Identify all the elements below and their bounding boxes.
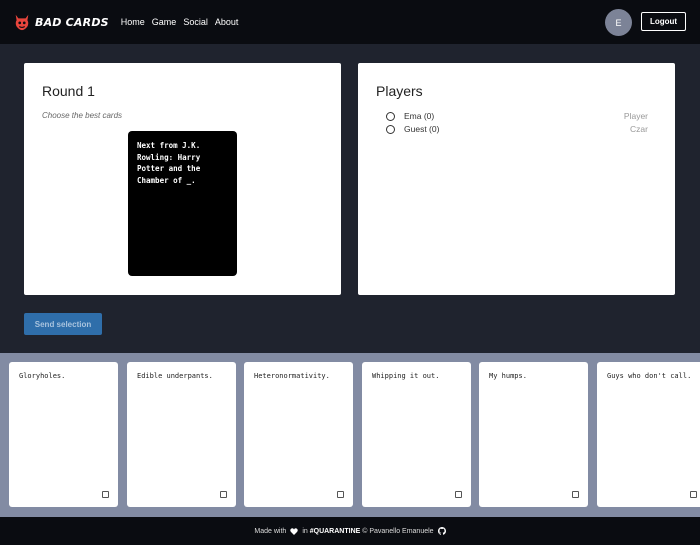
footer-in: in bbox=[302, 527, 308, 535]
player-role: Czar bbox=[630, 124, 648, 134]
round-subtitle: Choose the best cards bbox=[42, 111, 123, 120]
player-name: Ema (0) bbox=[404, 111, 435, 121]
github-icon[interactable] bbox=[437, 527, 446, 535]
player-row: Guest (0) Czar bbox=[386, 124, 648, 136]
white-card[interactable]: My humps. bbox=[479, 362, 588, 507]
brand[interactable]: BAD CARDS bbox=[13, 13, 109, 31]
round-title: Round 1 bbox=[42, 83, 95, 99]
player-row: Ema (0) Player bbox=[386, 111, 648, 123]
player-radio[interactable] bbox=[386, 125, 395, 134]
white-card-text: Heteronormativity. bbox=[254, 372, 330, 380]
nav-link-home[interactable]: Home bbox=[121, 17, 145, 27]
logout-button[interactable]: Logout bbox=[641, 12, 686, 31]
player-name: Guest (0) bbox=[404, 124, 440, 134]
footer-made-with: Made with bbox=[254, 527, 287, 535]
white-card-text: Whipping it out. bbox=[372, 372, 440, 380]
white-card[interactable]: Heteronormativity. bbox=[244, 362, 353, 507]
brand-name: BAD CARDS bbox=[35, 15, 109, 29]
heart-icon bbox=[290, 527, 299, 535]
white-card[interactable]: Whipping it out. bbox=[362, 362, 471, 507]
nav-link-social[interactable]: Social bbox=[183, 17, 208, 27]
card-checkbox[interactable] bbox=[690, 491, 697, 498]
devil-logo-icon bbox=[15, 14, 29, 31]
card-checkbox[interactable] bbox=[102, 491, 109, 498]
player-radio[interactable] bbox=[386, 112, 395, 121]
card-checkbox[interactable] bbox=[572, 491, 579, 498]
footer-hashtag: #QUARANTINE bbox=[309, 527, 361, 535]
navbar: BAD CARDS Home Game Social About E Logou… bbox=[0, 0, 700, 44]
round-panel: Round 1 Choose the best cards Next from … bbox=[24, 63, 341, 295]
card-checkbox[interactable] bbox=[337, 491, 344, 498]
players-panel: Players Ema (0) Player Guest (0) Czar bbox=[358, 63, 675, 295]
white-card-text: Gloryholes. bbox=[19, 372, 66, 380]
nav-link-about[interactable]: About bbox=[215, 17, 239, 27]
player-role: Player bbox=[623, 111, 648, 121]
players-title: Players bbox=[376, 83, 423, 99]
nav-links: Home Game Social About bbox=[121, 17, 246, 27]
white-card[interactable]: Edible underpants. bbox=[127, 362, 236, 507]
white-card-text: Edible underpants. bbox=[137, 372, 213, 380]
avatar[interactable]: E bbox=[605, 9, 632, 36]
footer-copyright: © Pavanello Emanuele bbox=[362, 527, 434, 535]
white-card-text: My humps. bbox=[489, 372, 527, 380]
black-card: Next from J.K. Rowling: Harry Potter and… bbox=[128, 131, 237, 276]
card-checkbox[interactable] bbox=[455, 491, 462, 498]
send-selection-button[interactable]: Send selection bbox=[24, 313, 102, 335]
white-card[interactable]: Guys who don't call. bbox=[597, 362, 700, 507]
nav-link-game[interactable]: Game bbox=[152, 17, 177, 27]
footer: Made with in #QUARANTINE © Pavanello Ema… bbox=[0, 517, 700, 545]
white-card-text: Guys who don't call. bbox=[607, 372, 692, 380]
white-card[interactable]: Gloryholes. bbox=[9, 362, 118, 507]
card-checkbox[interactable] bbox=[220, 491, 227, 498]
hand-area: Gloryholes. Edible underpants. Heteronor… bbox=[0, 353, 700, 517]
